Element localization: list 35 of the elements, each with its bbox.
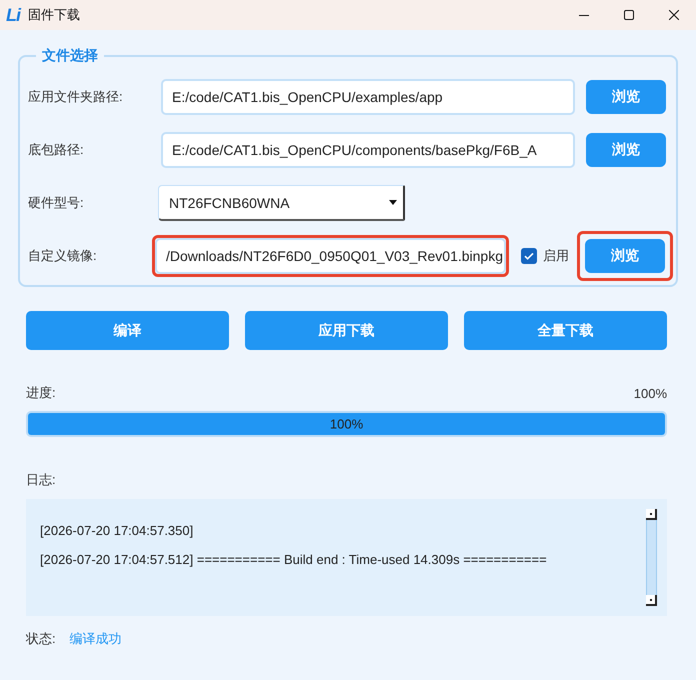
minimize-icon [578, 14, 588, 16]
progress-reading: 100% [634, 386, 667, 400]
model-dropdown[interactable]: NT26FCNB60WNA [158, 185, 405, 221]
status-value: 编译成功 [70, 630, 122, 648]
field-label: 自定义镜像: [28, 247, 98, 265]
status-label: 状态: [26, 630, 56, 648]
app-logo: Li [6, 4, 20, 26]
field-label: 硬件型号: [28, 194, 85, 212]
close-icon [668, 10, 678, 20]
checkbox-label: 启用 [543, 247, 569, 265]
browse-button[interactable]: 浏览 [586, 80, 666, 114]
action-button[interactable]: 应用下载 [245, 311, 448, 350]
scroll-up-button[interactable] [646, 509, 657, 520]
enable-checkbox[interactable] [521, 248, 537, 264]
browse-button[interactable]: 浏览 [586, 133, 666, 167]
action-button[interactable]: 编译 [26, 311, 229, 350]
field-label: 应用文件夹路径: [28, 88, 124, 106]
progress-label: 进度: [26, 384, 56, 402]
path-field[interactable]: E:/code/CAT1.bis_OpenCPU/examples/app [161, 79, 575, 115]
maximize-icon [624, 10, 634, 20]
checkmark-icon [523, 250, 535, 262]
group-title: 文件选择 [41, 47, 99, 65]
window-title: 固件下载 [28, 6, 80, 24]
field-label: 底包路径: [28, 141, 85, 159]
scroll-down-button[interactable] [646, 595, 657, 606]
path-field[interactable]: E:/code/CAT1.bis_OpenCPU/components/basePkg/F6B_A [161, 132, 575, 168]
log-line: [2026-07-20 17:04:57.512] =========== Build end : Time-used 14.309s =========== [40, 552, 548, 567]
log-label: 日志: [26, 471, 56, 489]
browse-button[interactable]: 浏览 [585, 239, 665, 273]
caret-icon [389, 200, 397, 205]
dropdown-value: NT26FCNB60WNA [169, 194, 291, 210]
progress-text: 100% [330, 416, 364, 432]
action-button[interactable]: 全量下载 [464, 311, 667, 350]
log-line: [2026-07-20 17:04:57.350] [40, 523, 194, 538]
image-path-field[interactable]: /Downloads/NT26F6D0_0950Q01_V03_Rev01.binpkg [155, 238, 506, 274]
